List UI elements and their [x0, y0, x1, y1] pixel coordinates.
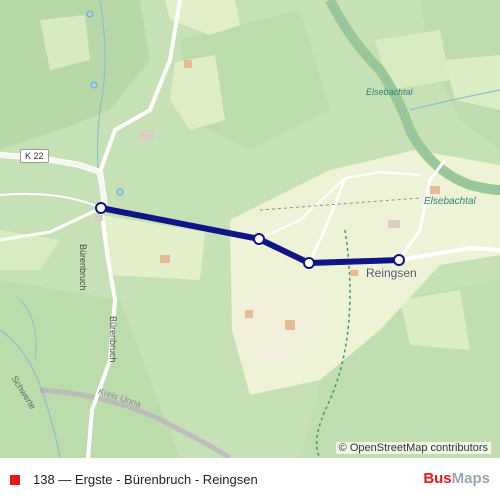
route-title: 138 — Ergste - Bürenbruch - Reingsen — [33, 472, 258, 487]
busmaps-logo[interactable]: BusMaps — [423, 470, 490, 487]
building — [160, 255, 170, 263]
route-color-swatch — [10, 475, 20, 485]
map-canvas[interactable]: K 22 Bürenbruch Bürenbruch Schwerte Krei… — [0, 0, 500, 458]
water-point — [116, 188, 124, 196]
bus-stop-marker[interactable] — [393, 254, 405, 266]
place-label-elsebachtal: Elsebachtal — [366, 87, 413, 97]
map-attribution[interactable]: © OpenStreetMap contributors — [335, 442, 491, 454]
bus-stop-marker[interactable] — [303, 257, 315, 269]
place-label-elsebachtal: Elsebachtal — [424, 196, 476, 207]
brand-part-bus: Bus — [423, 470, 452, 487]
building — [184, 60, 192, 68]
map-frame: K 22 Bürenbruch Bürenbruch Schwerte Krei… — [0, 0, 500, 500]
road-label-k22: K 22 — [20, 149, 49, 163]
bus-stop-marker[interactable] — [253, 233, 265, 245]
brand-part-maps: Maps — [451, 470, 490, 487]
road-label-buerenbruch: Bürenbruch — [108, 316, 118, 363]
building — [95, 215, 103, 221]
building — [430, 186, 440, 194]
route-footer: 138 — Ergste - Bürenbruch - Reingsen Bus… — [0, 458, 500, 500]
bus-stop-marker[interactable] — [95, 202, 107, 214]
map-layer — [0, 0, 500, 458]
building — [285, 320, 295, 330]
building — [388, 220, 400, 228]
road-label-buerenbruch: Bürenbruch — [78, 244, 88, 291]
meadow-area — [400, 290, 470, 350]
water-point — [90, 81, 98, 89]
building — [350, 270, 358, 276]
place-label-reingsen: Reingsen — [366, 266, 417, 280]
building — [140, 130, 154, 140]
water-point — [86, 10, 94, 18]
building — [245, 310, 253, 318]
